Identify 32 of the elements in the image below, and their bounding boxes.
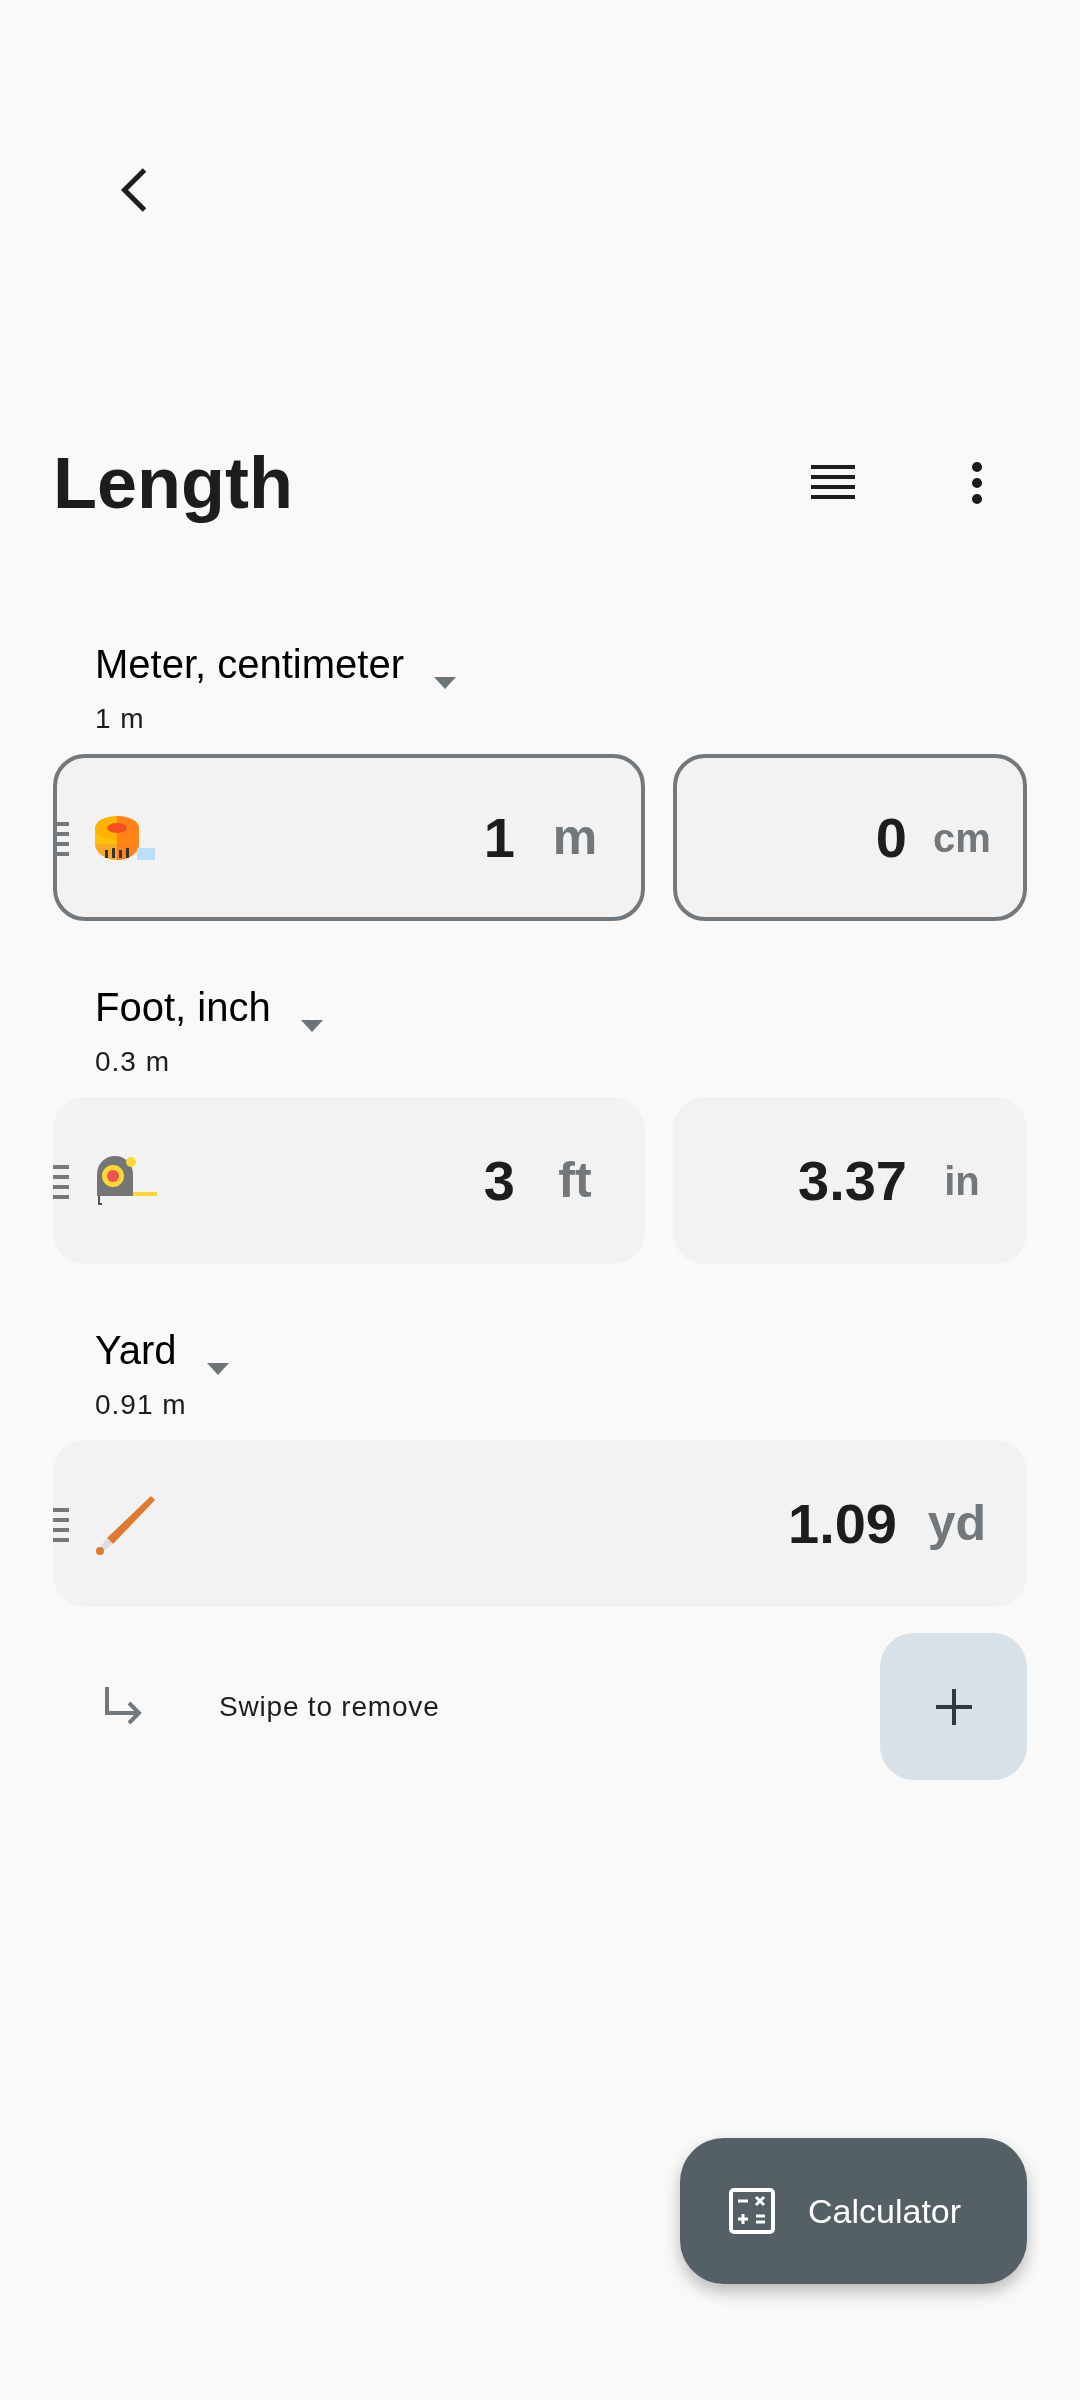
value-text: 3.37	[798, 1147, 907, 1214]
unit-subtitle: 0.91 m	[95, 1388, 188, 1423]
input-field[interactable]: 3.37 in	[673, 1097, 1027, 1265]
hint-text: Swipe to remove	[219, 1689, 440, 1724]
plus-icon	[933, 1686, 974, 1727]
unit-label: yd	[926, 1494, 988, 1554]
unit-label: in	[943, 1157, 981, 1205]
input-field[interactable]: 1 m	[53, 754, 645, 922]
unit-dropdown[interactable]: Meter, centimeter	[95, 640, 456, 695]
drag-handle-icon[interactable]	[53, 1508, 69, 1545]
value-text: 1	[483, 804, 515, 871]
value-text: 0	[875, 804, 907, 871]
page-title: Length	[53, 442, 293, 525]
input-field[interactable]: 1.09 yd	[53, 1440, 1027, 1608]
value-text: 3	[483, 1147, 515, 1214]
input-field[interactable]: 0 cm	[673, 754, 1027, 922]
tape-measure-icon	[93, 813, 157, 862]
input-field[interactable]: 3 ft	[53, 1097, 645, 1265]
unit-dropdown[interactable]: Foot, inch	[95, 983, 323, 1038]
unit-label: ft	[557, 1151, 593, 1211]
calculator-icon	[728, 2187, 776, 2235]
unit-dropdown[interactable]: Yard	[95, 1326, 229, 1381]
unit-label: cm	[932, 814, 992, 862]
value-text: 1.09	[788, 1490, 897, 1557]
drag-handle-icon[interactable]	[53, 1165, 69, 1202]
caret-icon	[434, 677, 456, 690]
calculator-button[interactable]: Calculator	[680, 2138, 1027, 2284]
unit-subtitle: 1 m	[95, 702, 146, 737]
unit-subtitle: 0.3 m	[95, 1045, 172, 1080]
caret-icon	[300, 1020, 323, 1033]
unit-label: m	[551, 808, 599, 868]
caret-icon	[206, 1363, 229, 1376]
